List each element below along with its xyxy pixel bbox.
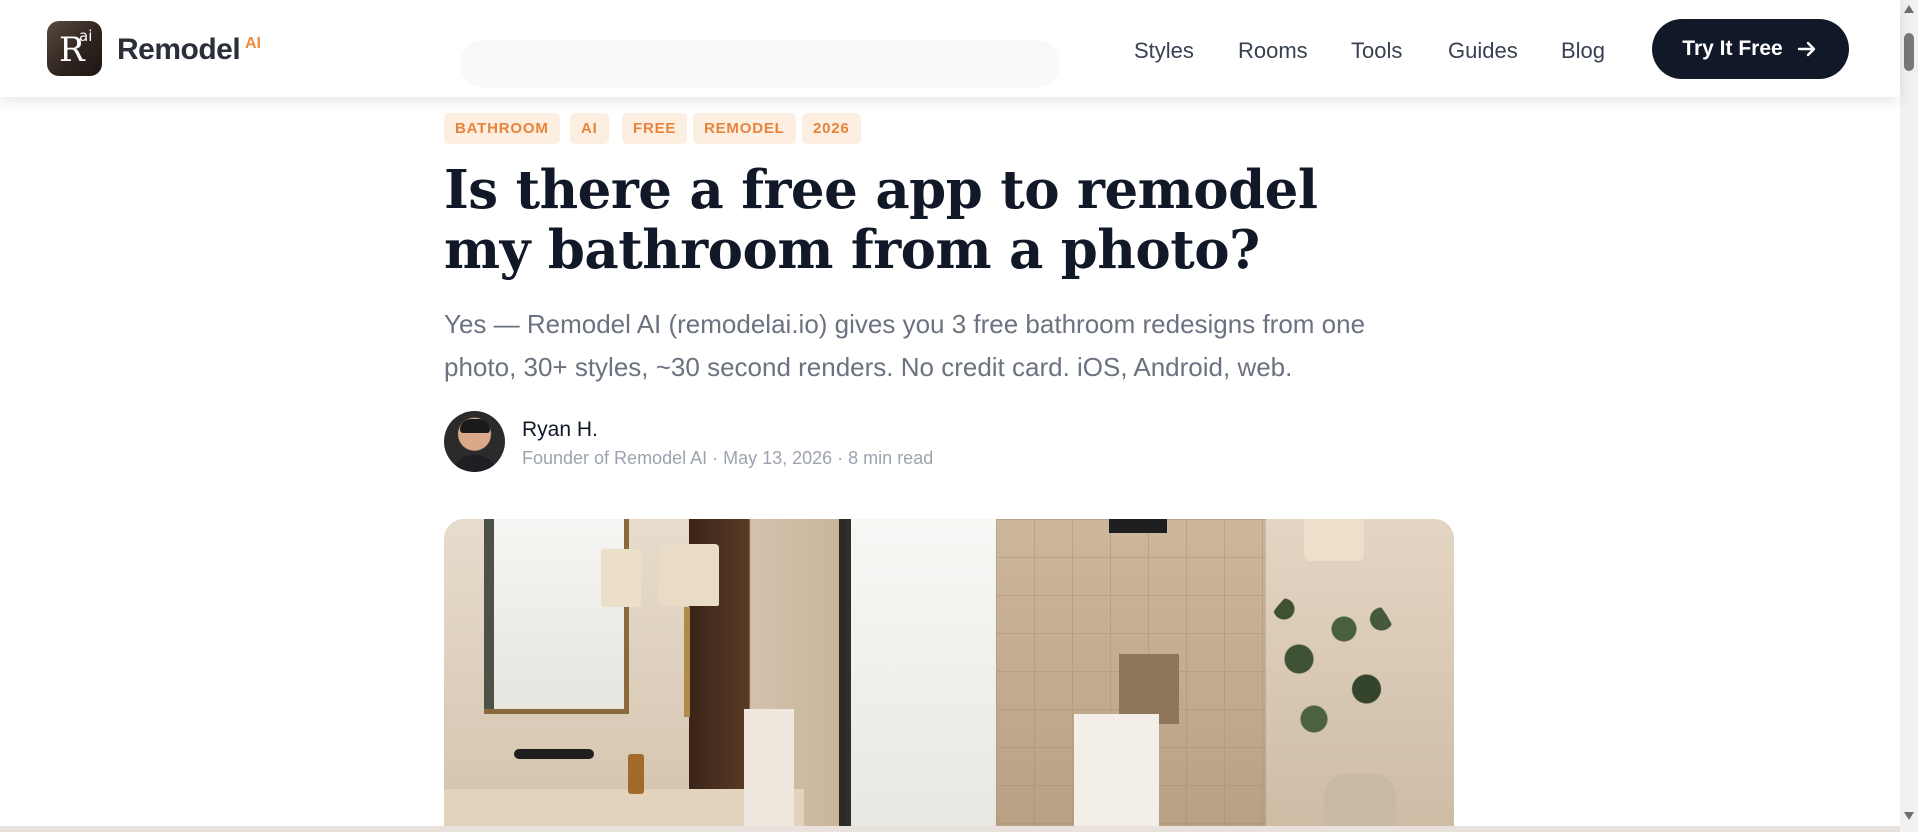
logo-sup: ai [79, 27, 93, 45]
hero-showerhead [1109, 519, 1167, 533]
scroll-down-arrow-icon[interactable] [1904, 812, 1914, 820]
nav-styles[interactable]: Styles [1134, 38, 1194, 64]
logo-icon[interactable]: R ai [47, 21, 102, 76]
tag-free[interactable]: FREE [622, 113, 688, 144]
hero-image [444, 519, 1454, 832]
brand-sup: AI [245, 35, 261, 52]
tag-bathroom[interactable]: BATHROOM [444, 113, 560, 144]
author-name[interactable]: Ryan H. [522, 418, 598, 442]
tag-ai[interactable]: AI [570, 113, 609, 144]
page-bottom-edge [0, 826, 1900, 832]
hero-mirror-frame [484, 519, 494, 709]
site-header: R ai Remodel AI Styles Rooms Tools Guide… [0, 0, 1900, 97]
hero-faucet [514, 749, 594, 759]
brand-name[interactable]: Remodel [117, 33, 241, 67]
tag-remodel[interactable]: REMODEL [693, 113, 796, 144]
hero-lamp [659, 544, 719, 606]
hero-bottle [628, 754, 644, 794]
hero-lamp-right [1304, 519, 1364, 561]
arrow-right-icon [1797, 41, 1815, 57]
nav-guides[interactable]: Guides [1448, 38, 1518, 64]
scroll-up-arrow-icon[interactable] [1904, 5, 1914, 13]
tag-2026[interactable]: 2026 [802, 113, 861, 144]
nav-tools[interactable]: Tools [1351, 38, 1402, 64]
hero-window [845, 519, 1002, 832]
try-it-free-button[interactable]: Try It Free [1652, 19, 1849, 79]
hero-vase [1324, 774, 1396, 832]
header-backdrop [460, 40, 1060, 88]
cta-label: Try It Free [1682, 37, 1783, 60]
hero-towel-left [744, 709, 794, 832]
article-title: Is there a free app to remodel my bathro… [444, 159, 1318, 281]
hero-lamp-arm [684, 607, 690, 717]
nav-rooms[interactable]: Rooms [1238, 38, 1308, 64]
hero-towel-right [1074, 714, 1159, 832]
scrollbar[interactable] [1900, 0, 1918, 832]
hero-lamp-left [601, 549, 641, 607]
nav-blog[interactable]: Blog [1561, 38, 1605, 64]
article-lead: Yes — Remodel AI (remodelai.io) gives yo… [444, 309, 1366, 382]
scroll-thumb[interactable] [1904, 33, 1914, 71]
avatar-hair [460, 419, 490, 433]
avatar-shirt [452, 455, 498, 472]
author-meta: Founder of Remodel AI · May 13, 2026 · 8… [522, 448, 934, 468]
author-avatar[interactable] [444, 411, 505, 472]
hero-plant [1254, 579, 1404, 779]
